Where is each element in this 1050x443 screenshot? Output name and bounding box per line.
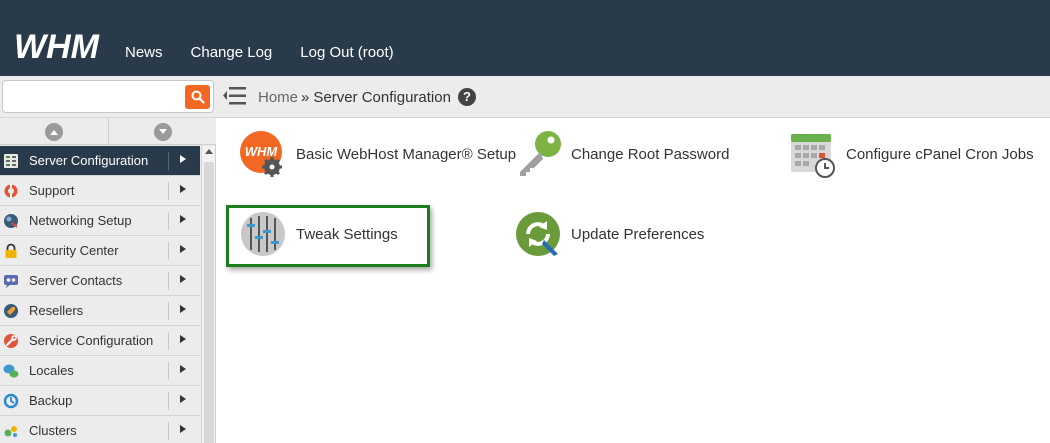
tile-basic-webhost-manager-setup[interactable]: WHM Basic WebHost Manager® Setup [239, 130, 516, 178]
sliders-icon [241, 212, 285, 256]
divider [168, 392, 169, 410]
key-icon [520, 131, 561, 176]
tile-label: Update Preferences [571, 225, 705, 243]
breadcrumb-current: Server Configuration [313, 88, 451, 106]
resellers-icon [4, 304, 18, 318]
expand-arrow-icon[interactable] [180, 245, 186, 253]
sidebar-item-server-contacts[interactable]: Server Contacts [0, 266, 200, 296]
sidebar-item-label: Backup [29, 393, 73, 408]
sidebar-item-label: Networking Setup [29, 213, 132, 228]
backup-icon [3, 393, 19, 409]
breadcrumb-separator: » [301, 88, 310, 106]
divider [168, 362, 169, 380]
sidebar-item-label: Service Configuration [29, 333, 154, 348]
sidebar-item-backup[interactable]: Backup [0, 386, 200, 416]
sidebar-scroll-controls [0, 118, 216, 145]
divider [168, 242, 169, 260]
update-icon [516, 212, 560, 256]
sidebar-item-security-center[interactable]: Security Center [0, 236, 200, 266]
breadcrumb-home[interactable]: Home [258, 89, 298, 106]
tile-update-preferences[interactable]: Update Preferences [514, 210, 704, 258]
divider [168, 332, 169, 350]
chevron-down-icon [158, 128, 167, 134]
divider [168, 212, 169, 230]
tile-label: Configure cPanel Cron Jobs [846, 145, 1034, 163]
divider [168, 302, 169, 320]
chevron-up-icon [50, 129, 58, 135]
expand-arrow-icon[interactable] [180, 365, 186, 373]
locales-icon [3, 364, 19, 378]
search-icon [191, 90, 205, 104]
expand-arrow-icon[interactable] [180, 155, 186, 163]
tile-configure-cpanel-cron-jobs[interactable]: Configure cPanel Cron Jobs [789, 130, 1034, 178]
news-link[interactable]: News [125, 44, 163, 61]
networking-icon [4, 214, 18, 228]
scroll-down-button[interactable] [153, 122, 172, 141]
divider [168, 152, 169, 170]
sidebar-scrollbar[interactable] [201, 146, 215, 443]
search-box [2, 80, 214, 113]
sidebar-item-resellers[interactable]: Resellers [0, 296, 200, 326]
logout-link[interactable]: Log Out (root) [300, 44, 393, 61]
svg-text:WHM: WHM [245, 144, 279, 159]
sidebar-menu: Server Configuration Support Networking … [0, 146, 200, 443]
sidebar-item-label: Resellers [29, 303, 84, 318]
support-icon [4, 184, 18, 198]
sidebar-item-label: Security Center [29, 243, 119, 258]
whm-logo[interactable]: WHM [14, 30, 116, 62]
change-log-link[interactable]: Change Log [191, 44, 273, 61]
top-bar: WHM News Change Log Log Out (root) [0, 0, 1050, 76]
sidebar-item-locales[interactable]: Locales [0, 356, 200, 386]
sidebar-item-label: Clusters [29, 423, 77, 438]
collapse-sidebar-icon[interactable] [223, 85, 247, 107]
sidebar-item-label: Server Contacts [29, 273, 123, 288]
tile-tweak-settings[interactable]: Tweak Settings [239, 210, 398, 258]
tile-label: Tweak Settings [296, 225, 398, 243]
expand-arrow-icon[interactable] [180, 395, 186, 403]
sidebar-item-server-configuration[interactable]: Server Configuration [0, 146, 200, 176]
server-config-icon [4, 154, 18, 168]
sidebar-item-networking-setup[interactable]: Networking Setup [0, 206, 200, 236]
lock-icon [5, 243, 17, 258]
sidebar-item-label: Support [29, 183, 75, 198]
scrollbar-up-arrow-icon[interactable] [205, 149, 213, 154]
contacts-icon [4, 275, 18, 288]
scrollbar-thumb[interactable] [204, 162, 214, 443]
top-nav: News Change Log Log Out (root) [125, 44, 422, 61]
clusters-icon [4, 426, 17, 437]
sidebar-item-service-configuration[interactable]: Service Configuration [0, 326, 200, 356]
scroll-up-button[interactable] [45, 122, 63, 141]
expand-arrow-icon[interactable] [180, 335, 186, 343]
divider [168, 182, 169, 200]
sidebar-item-label: Locales [29, 363, 74, 378]
help-icon[interactable]: ? [457, 88, 476, 106]
search-button[interactable] [185, 85, 210, 109]
wrench-icon [4, 334, 18, 348]
tile-label: Basic WebHost Manager® Setup [296, 145, 517, 163]
tile-label: Change Root Password [571, 145, 730, 163]
expand-arrow-icon[interactable] [180, 275, 186, 283]
expand-arrow-icon[interactable] [180, 215, 186, 223]
sub-bar: Home » Server Configuration ? [0, 76, 1050, 118]
sidebar-item-support[interactable]: Support [0, 176, 200, 206]
svg-text:WHM: WHM [14, 30, 100, 62]
expand-arrow-icon[interactable] [180, 185, 186, 193]
expand-arrow-icon[interactable] [180, 425, 186, 433]
sidebar-item-label: Server Configuration [29, 153, 149, 168]
divider [168, 422, 169, 440]
whm-setup-icon: WHM [240, 131, 282, 177]
calendar-clock-icon [791, 134, 835, 178]
divider [168, 272, 169, 290]
tile-change-root-password[interactable]: Change Root Password [514, 130, 729, 178]
breadcrumb: Home » Server Configuration ? [258, 88, 476, 106]
sidebar: Server Configuration Support Networking … [0, 118, 216, 443]
expand-arrow-icon[interactable] [180, 305, 186, 313]
search-input[interactable] [7, 84, 177, 109]
sidebar-item-clusters[interactable]: Clusters [0, 416, 200, 443]
